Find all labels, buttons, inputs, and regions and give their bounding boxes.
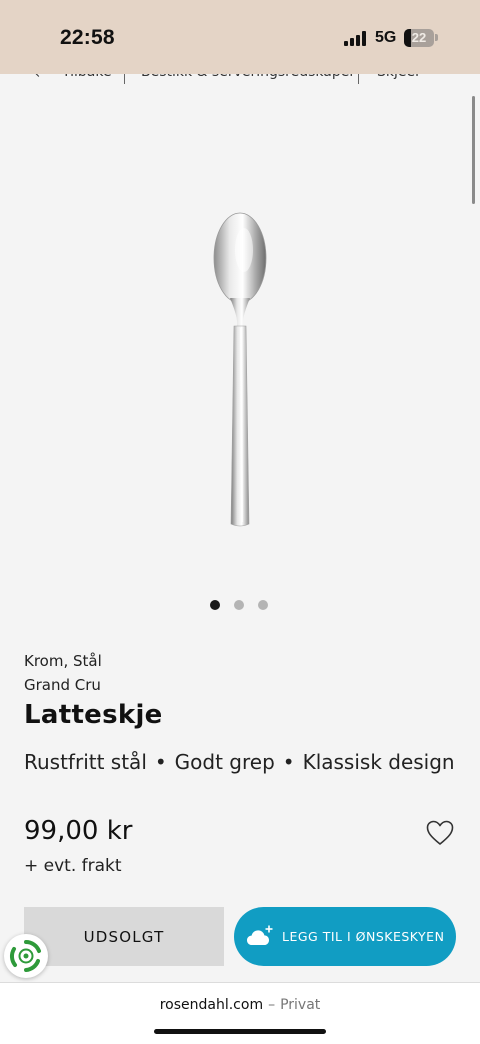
feature-item: Klassisk design xyxy=(302,750,455,774)
url-domain: rosendahl.com xyxy=(159,997,264,1013)
url-separator: – xyxy=(268,997,276,1013)
product-image[interactable] xyxy=(200,210,280,540)
recycle-badge-icon[interactable] xyxy=(4,934,48,978)
recycle-icon xyxy=(9,940,41,972)
carousel-dot[interactable] xyxy=(234,600,244,610)
feature-item: Godt grep xyxy=(174,750,275,774)
product-material: Krom, Stål xyxy=(24,652,102,670)
private-mode-label: Privat xyxy=(280,997,321,1013)
cloud-plus-icon xyxy=(247,925,273,945)
home-indicator[interactable] xyxy=(154,1029,326,1034)
scrollbar-thumb[interactable] xyxy=(472,96,475,204)
shipping-note: + evt. frakt xyxy=(24,856,122,876)
browser-address-bar[interactable]: rosendahl.com – Privat xyxy=(0,982,480,1044)
status-bar: 22:58 5G 22 xyxy=(0,0,480,74)
carousel-dot[interactable] xyxy=(210,600,220,610)
product-title: Latteskje xyxy=(24,700,163,730)
feature-bullet: • xyxy=(282,750,295,774)
network-type: 5G xyxy=(375,29,397,46)
carousel-indicator xyxy=(205,600,275,612)
feature-item: Rustfritt stål xyxy=(24,750,147,774)
battery-cap xyxy=(435,34,438,41)
status-time: 22:58 xyxy=(60,26,115,49)
carousel-dot[interactable] xyxy=(258,600,268,610)
signal-strength-icon xyxy=(344,31,368,46)
add-to-wishlist-button[interactable]: LEGG TIL I ØNSKESKYEN xyxy=(234,907,456,966)
product-collection[interactable]: Grand Cru xyxy=(24,676,101,694)
battery-icon: 22 xyxy=(404,29,434,47)
product-features: Rustfritt stål • Godt grep • Klassisk design xyxy=(24,750,455,774)
feature-bullet: • xyxy=(154,750,167,774)
battery-level: 22 xyxy=(411,30,427,45)
soldout-button[interactable]: UDSOLGT xyxy=(24,907,224,966)
product-price: 99,00 kr xyxy=(24,816,133,846)
wishlist-button-label: LEGG TIL I ØNSKESKYEN xyxy=(282,929,445,944)
heart-outline-icon[interactable] xyxy=(426,820,454,846)
url-display[interactable]: rosendahl.com – Privat xyxy=(0,997,480,1013)
